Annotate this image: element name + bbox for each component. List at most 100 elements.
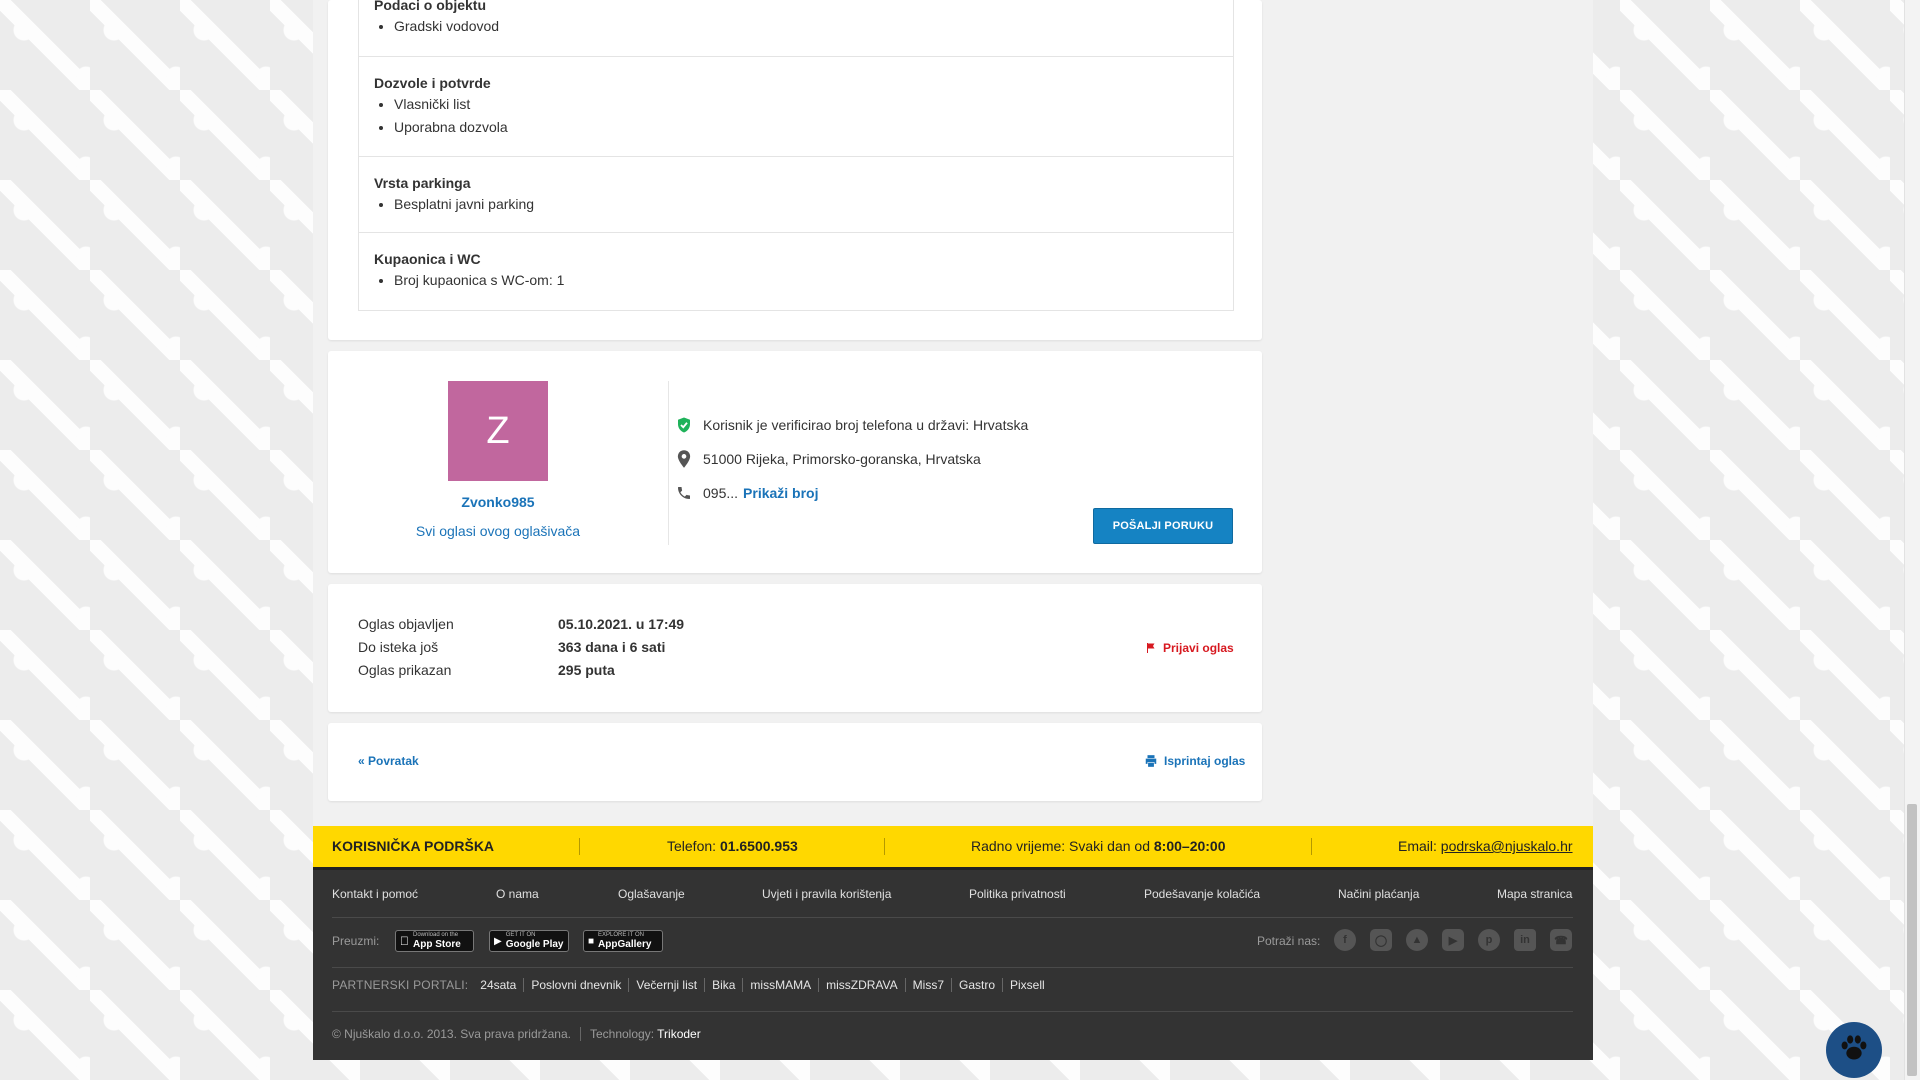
- partner-link[interactable]: Večernji list: [628, 978, 704, 992]
- divider: [332, 917, 1573, 918]
- partner-link[interactable]: Pixsell: [1002, 978, 1052, 992]
- technology-link[interactable]: Trikoder: [657, 1027, 701, 1041]
- attr-item: Vlasnički list: [394, 93, 508, 116]
- show-phone-link[interactable]: Prikaži broj: [743, 485, 818, 501]
- partner-link[interactable]: Miss7: [904, 978, 951, 992]
- attr-group-title: Podaci o objektu: [374, 0, 487, 13]
- shield-check-icon: [673, 415, 695, 435]
- divider: [668, 381, 669, 545]
- report-ad-label: Prijavi oglas: [1163, 641, 1234, 655]
- support-hours: Radno vrijeme: Svaki dan od 8:00–20:00: [971, 838, 1226, 854]
- badge-small-text: Download on the: [404, 932, 458, 938]
- badge-big-text: AppGallery: [598, 939, 652, 950]
- linkedin-icon[interactable]: in: [1514, 929, 1536, 951]
- facebook-icon[interactable]: f: [1334, 929, 1356, 951]
- attr-item: Besplatni javni parking: [394, 193, 534, 216]
- technology-label: Technology:: [589, 1027, 655, 1041]
- google-play-badge[interactable]: ▶ GET IT ON Google Play: [489, 930, 569, 952]
- back-link[interactable]: « Povratak: [358, 754, 419, 768]
- attr-group-object: Podaci o objektu Gradski vodovod: [359, 0, 1233, 56]
- site-footer: Kontakt i pomoć O nama Oglašavanje Uvjet…: [313, 870, 1593, 1060]
- attr-group-title: Dozvole i potvrde: [374, 75, 491, 91]
- seller-all-ads-link[interactable]: Svi oglasi ovog oglašivača: [328, 523, 668, 539]
- attr-item: Gradski vodovod: [394, 15, 499, 38]
- divider: [884, 838, 885, 855]
- footer-link-advertising[interactable]: Oglašavanje: [618, 887, 685, 901]
- page-content: Podaci o objektu Gradski vodovod Dozvole…: [313, 0, 1593, 1060]
- attr-list: Vlasnički list Uporabna dozvola: [374, 93, 508, 139]
- youtube-icon[interactable]: ▶: [1442, 929, 1464, 951]
- print-ad-link[interactable]: Isprintaj oglas: [1144, 754, 1245, 768]
- printer-icon: [1144, 754, 1158, 768]
- badge-small-text: EXPLORE IT ON: [598, 932, 644, 938]
- attr-group-title: Kupaonica i WC: [374, 251, 481, 267]
- partner-link[interactable]: missMAMA: [742, 978, 818, 992]
- attr-list: Gradski vodovod: [374, 15, 499, 38]
- copyright-text: © Njuškalo d.o.o. 2013. Sva prava pridrž…: [332, 1027, 571, 1041]
- support-phone-value: 01.6500.953: [719, 838, 798, 854]
- attr-group-bathroom: Kupaonica i WC Broj kupaonica s WC-om: 1: [359, 232, 1233, 311]
- attributes-box: Podaci o objektu Gradski vodovod Dozvole…: [358, 0, 1234, 311]
- ad-stats-card: Oglas objavljen 05.10.2021. u 17:49 Do i…: [328, 584, 1262, 712]
- apple-icon: : [400, 934, 409, 948]
- ad-nav-card: « Povratak Isprintaj oglas: [328, 723, 1262, 801]
- partner-link[interactable]: Gastro: [951, 978, 1002, 992]
- partner-link[interactable]: Bika: [704, 978, 742, 992]
- pinterest-icon[interactable]: p: [1478, 929, 1500, 951]
- attr-group-parking: Vrsta parkinga Besplatni javni parking: [359, 156, 1233, 233]
- footer-link-privacy[interactable]: Politika privatnosti: [969, 887, 1066, 901]
- play-icon: ▶: [494, 935, 502, 947]
- partners-label: PARTNERSKI PORTALI:: [332, 978, 469, 992]
- footer-link-payments[interactable]: Načini plaćanja: [1338, 887, 1419, 901]
- phone-prefix: 095...: [703, 485, 739, 501]
- scrollbar-thumb[interactable]: [1907, 804, 1917, 1076]
- report-ad-link[interactable]: Prijavi oglas: [1145, 641, 1234, 655]
- paw-icon: [1837, 1031, 1871, 1070]
- divider: [579, 838, 580, 855]
- partner-link[interactable]: missZDRAVA: [818, 978, 905, 992]
- phone-icon: [673, 483, 695, 503]
- flag-icon: [1145, 642, 1157, 654]
- find-us-label: Potraži nas:: [1257, 934, 1321, 948]
- badge-small-text: GET IT ON: [505, 932, 536, 938]
- partner-portals: PARTNERSKI PORTALI: 24sata Poslovni dnev…: [332, 978, 1052, 992]
- divider: [1311, 838, 1312, 855]
- verified-text: Korisnik je verificirao broj telefona u …: [703, 417, 1029, 433]
- footer-link-sitemap[interactable]: Mapa stranica: [1497, 887, 1572, 901]
- support-email: Email: podrska@njuskalo.hr: [1398, 838, 1573, 854]
- phone-row: 095... Prikaži broj: [673, 483, 819, 503]
- badge-big-text: Google Play: [505, 939, 564, 950]
- download-label: Preuzmi:: [332, 934, 380, 948]
- megaphone-icon[interactable]: ▲: [1406, 929, 1428, 951]
- footer-link-contact[interactable]: Kontakt i pomoć: [332, 887, 418, 901]
- support-phone-label: Telefon:: [667, 838, 717, 854]
- attr-item: Broj kupaonica s WC-om: 1: [394, 269, 564, 292]
- divider: [332, 967, 1573, 968]
- footer-link-terms[interactable]: Uvjeti i pravila korištenja: [762, 887, 891, 901]
- viber-icon[interactable]: ☎: [1550, 929, 1572, 951]
- send-message-button[interactable]: POŠALJI PORUKU: [1093, 508, 1233, 544]
- attr-group-permits: Dozvole i potvrde Vlasnički list Uporabn…: [359, 56, 1233, 157]
- support-email-link[interactable]: podrska@njuskalo.hr: [1441, 838, 1573, 854]
- partner-link[interactable]: 24sata: [480, 978, 523, 992]
- stat-label: Oglas prikazan: [358, 662, 452, 678]
- stat-value: 363 dana i 6 sati: [558, 639, 666, 655]
- attributes-card: Podaci o objektu Gradski vodovod Dozvole…: [328, 0, 1262, 340]
- chat-widget-button[interactable]: [1826, 1022, 1882, 1078]
- attr-item: Uporabna dozvola: [394, 116, 508, 139]
- support-email-label: Email:: [1398, 838, 1437, 854]
- seller-username-link[interactable]: Zvonko985: [328, 494, 668, 510]
- map-pin-icon: [673, 449, 695, 469]
- badge-big-text: App Store: [404, 939, 461, 950]
- app-store-badge[interactable]:  Download on theApp Store: [395, 930, 474, 952]
- copyright-line: © Njuškalo d.o.o. 2013. Sva prava pridrž…: [332, 1027, 701, 1041]
- footer-link-about[interactable]: O nama: [496, 887, 539, 901]
- partner-link[interactable]: Poslovni dnevnik: [523, 978, 628, 992]
- location-row: 51000 Rijeka, Primorsko-goranska, Hrvats…: [673, 449, 981, 469]
- instagram-icon[interactable]: ◯: [1370, 929, 1392, 951]
- app-gallery-badge[interactable]: ■ EXPLORE IT ON AppGallery: [583, 930, 663, 952]
- footer-link-cookies[interactable]: Podešavanje kolačića: [1144, 887, 1260, 901]
- avatar[interactable]: Z: [448, 381, 548, 481]
- technology-credit: Technology: Trikoder: [579, 1027, 701, 1041]
- verified-row: Korisnik je verificirao broj telefona u …: [673, 415, 1028, 435]
